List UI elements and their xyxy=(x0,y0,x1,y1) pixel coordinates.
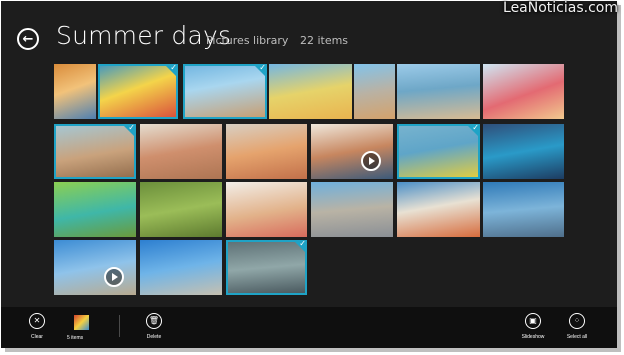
photo-tile[interactable] xyxy=(54,64,96,119)
photo-tile[interactable] xyxy=(54,240,136,295)
selection-count: 5 items xyxy=(67,335,84,341)
select-all-button[interactable]: ⁘ Select all xyxy=(557,313,597,340)
slideshow-label: Slideshow xyxy=(521,334,545,340)
photo-tile[interactable] xyxy=(140,182,222,237)
photo-tile[interactable] xyxy=(140,240,222,295)
photo-tile[interactable] xyxy=(311,182,393,237)
delete-button[interactable]: 🗑 Delete xyxy=(134,313,174,340)
checkmark-icon xyxy=(293,240,307,254)
clear-label: Clear xyxy=(31,334,43,340)
checkmark-icon xyxy=(253,64,267,78)
photo-tile[interactable] xyxy=(98,64,178,119)
page-title: Summer days xyxy=(56,21,232,50)
photo-tile[interactable] xyxy=(226,182,307,237)
window-shadow-right xyxy=(617,5,621,351)
select-all-icon: ⁘ xyxy=(569,313,585,329)
photo-tile[interactable] xyxy=(397,182,480,237)
checkmark-icon xyxy=(164,64,178,78)
clear-button[interactable]: ✕ Clear xyxy=(17,313,57,340)
photo-tile[interactable] xyxy=(397,64,480,119)
photo-tile[interactable] xyxy=(311,124,393,179)
subtitle: Pictures library 22 items xyxy=(206,34,356,47)
close-icon: ✕ xyxy=(29,313,45,329)
library-name: Pictures library xyxy=(206,34,289,47)
delete-label: Delete xyxy=(146,334,162,340)
appbar-divider xyxy=(119,315,120,337)
photo-tile[interactable] xyxy=(183,64,267,119)
slideshow-icon: ▣ xyxy=(525,313,541,329)
photo-tile[interactable] xyxy=(354,64,395,119)
photo-tile[interactable] xyxy=(483,182,564,237)
trash-icon: 🗑 xyxy=(146,313,162,329)
photo-tile[interactable] xyxy=(54,182,136,237)
checkmark-icon xyxy=(466,124,480,138)
watermark: LeaNoticias.com xyxy=(503,0,618,16)
window-shadow-bottom xyxy=(5,348,621,352)
photo-tile[interactable] xyxy=(226,124,307,179)
photo-tile[interactable] xyxy=(397,124,480,179)
photo-tile[interactable] xyxy=(54,124,136,179)
app-bar: ✕ Clear 5 items 🗑 Delete ▣ Slideshow ⁘ S… xyxy=(1,307,617,348)
checkmark-icon xyxy=(122,124,136,138)
play-icon[interactable] xyxy=(104,267,124,287)
play-icon[interactable] xyxy=(361,151,381,171)
photo-tile[interactable] xyxy=(483,64,564,119)
select-all-label: Select all xyxy=(566,334,588,340)
slideshow-button[interactable]: ▣ Slideshow xyxy=(513,313,553,340)
pictures-app-window: ← Summer days Pictures library 22 items … xyxy=(1,1,617,348)
photo-tile[interactable] xyxy=(483,124,564,179)
back-icon[interactable]: ← xyxy=(17,28,39,50)
photo-tile[interactable] xyxy=(226,240,307,295)
item-count: 22 items xyxy=(299,34,349,47)
selection-thumbnail[interactable] xyxy=(74,315,89,330)
photo-tile[interactable] xyxy=(269,64,352,119)
photo-tile[interactable] xyxy=(140,124,222,179)
